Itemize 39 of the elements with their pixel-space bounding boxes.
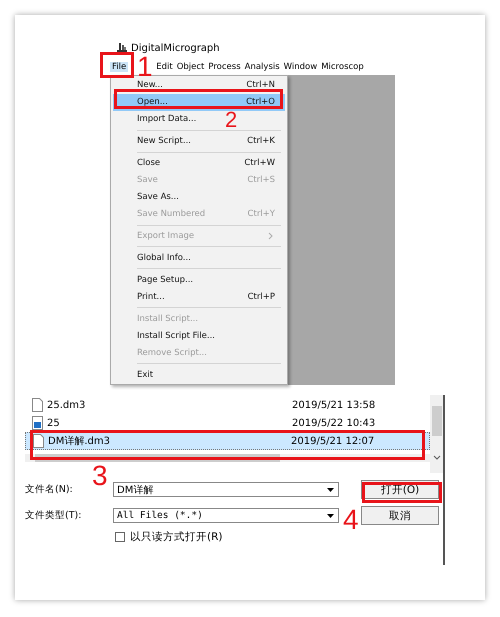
microscope-icon — [116, 42, 128, 54]
vertical-scrollbar[interactable] — [430, 395, 443, 473]
menu-entry[interactable]: Import Data... — [113, 110, 200, 128]
menu-item[interactable]: Analysis — [242, 62, 282, 72]
step-number: 2 — [225, 109, 238, 131]
dropdown-icon — [327, 514, 334, 518]
file-name-field[interactable]: DM详解 — [113, 482, 339, 497]
field-label: 文件类型(T): — [25, 509, 82, 522]
checkbox[interactable] — [115, 532, 125, 542]
menu-item[interactable]: Microscop — [319, 62, 366, 72]
file-type-dropdown[interactable]: All Files (*.*) — [113, 508, 339, 523]
dropdown-icon — [327, 488, 334, 492]
step-number: 3 — [92, 462, 108, 490]
checkbox-label: 以只读方式打开(R) — [130, 530, 222, 544]
menu-entry[interactable]: Exit — [113, 366, 158, 383]
menu-item[interactable]: Window — [282, 62, 320, 72]
menu-entry[interactable]: New Script... Ctrl+K — [113, 132, 285, 150]
file-row[interactable]: 25.dm3 2019/5/21 13:58 — [25, 396, 430, 414]
menu-entry[interactable]: Page Setup... — [113, 271, 198, 288]
menu-entry[interactable]: Install Script File... — [113, 327, 219, 344]
menu-entry[interactable]: Print... Ctrl+P — [113, 288, 285, 306]
document-icon — [32, 398, 43, 412]
highlight-frame — [100, 52, 134, 78]
document-icon — [33, 434, 44, 448]
field-label: 文件名(N): — [25, 483, 74, 496]
image-file-icon — [32, 416, 43, 430]
file-row[interactable]: 25 2019/5/22 10:43 — [25, 414, 430, 432]
step-number: 4 — [343, 506, 359, 534]
menu-item[interactable]: File — [110, 62, 128, 72]
menu-entry[interactable]: Close Ctrl+W — [113, 154, 285, 172]
menu-entry[interactable]: Global Info... — [113, 249, 195, 266]
menu-item[interactable]: Edit — [154, 62, 175, 72]
window-title: DigitalMicrograph — [131, 42, 220, 54]
file-row[interactable]: DM详解.dm3 2019/5/21 12:07 — [25, 432, 430, 450]
cancel-button[interactable]: 取消 — [361, 506, 439, 525]
chevron-icon — [268, 232, 273, 240]
menu-item[interactable]: Process — [206, 62, 243, 72]
menu-item[interactable]: Object — [174, 62, 206, 72]
menu-entry[interactable]: Save As... — [113, 188, 183, 206]
